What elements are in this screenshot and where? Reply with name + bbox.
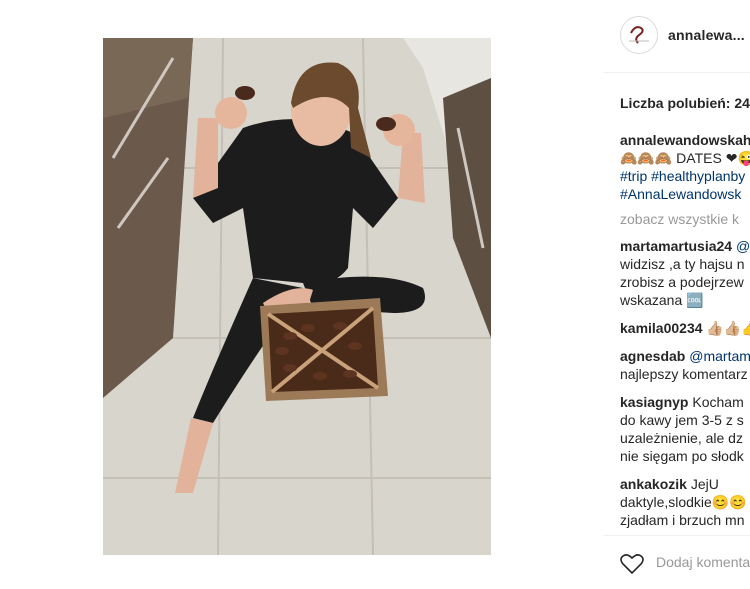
post-sidebar: annalewa... Liczba polubień: 24 annalewa…	[604, 0, 750, 589]
comment: kamila00234 👍🏼👍🏼👍	[620, 319, 750, 337]
post-photo[interactable]	[103, 38, 491, 555]
comment-text-line: wskazana 🆒	[620, 292, 704, 308]
comment-username[interactable]: martamartusia24	[620, 238, 732, 254]
comment: martamartusia24 @ widzisz ,a ty hajsu n …	[620, 237, 750, 309]
comment-text-line: zjadłam i brzuch mn	[620, 512, 745, 528]
divider	[604, 535, 750, 536]
likes-count[interactable]: Liczba polubień: 24	[620, 95, 750, 111]
comment: kasiagnyp Kocham do kawy jem 3-5 z s uza…	[620, 393, 750, 465]
comment: agnesdab @martam najlepszy komentarz	[620, 347, 750, 383]
comment-username[interactable]: ankakozik	[620, 476, 687, 492]
caption-hashtags[interactable]: #trip #healthyplanby	[620, 167, 750, 185]
comment-text: JejU	[686, 476, 719, 492]
caption-line: 🙈🙈🙈 DATES ❤😜	[620, 150, 750, 166]
comment-username[interactable]: kasiagnyp	[620, 394, 688, 410]
comment-text-line: do kawy jem 3-5 z s	[620, 412, 744, 428]
comment-mention[interactable]: @martam	[685, 348, 750, 364]
comment-text-line: widzisz ,a ty hajsu n	[620, 256, 745, 272]
caption: annalewandowskah 🙈🙈🙈 DATES ❤😜 #trip #hea…	[620, 131, 750, 203]
avatar-logo	[622, 18, 656, 52]
comment: ankakozik JejU daktyle,slodkie😊😊 zjadłam…	[620, 475, 750, 529]
comment-bar: Dodaj komenta	[620, 551, 750, 575]
add-comment-input[interactable]: Dodaj komenta	[656, 554, 750, 570]
comment-username[interactable]: kamila00234	[620, 320, 703, 336]
comment-username[interactable]: agnesdab	[620, 348, 685, 364]
comment-text-line: zrobisz a podejrzew	[620, 274, 744, 290]
post-username[interactable]: annalewa...	[668, 27, 745, 43]
comments-list: annalewandowskah 🙈🙈🙈 DATES ❤😜 #trip #hea…	[620, 131, 750, 539]
comment-text-line: najlepszy komentarz	[620, 366, 748, 382]
caption-hashtags-2[interactable]: #AnnaLewandowsk	[620, 185, 750, 203]
comment-text-line: uzależnienie, ale dz	[620, 430, 743, 446]
photo-illustration	[103, 38, 491, 555]
comment-text-line: nie sięgam po słodk	[620, 448, 744, 464]
divider	[604, 72, 750, 73]
view-all-comments-link[interactable]: zobacz wszystkie k	[620, 211, 750, 227]
avatar[interactable]	[620, 16, 658, 54]
comment-text-line: daktyle,slodkie😊😊	[620, 494, 747, 510]
caption-username[interactable]: annalewandowskah	[620, 132, 750, 148]
comment-text: Kocham	[688, 394, 744, 410]
heart-icon[interactable]	[620, 553, 644, 580]
post-header: annalewa...	[620, 16, 750, 56]
comment-text: 👍🏼👍🏼👍	[706, 320, 750, 336]
comment-text: @	[732, 238, 750, 254]
